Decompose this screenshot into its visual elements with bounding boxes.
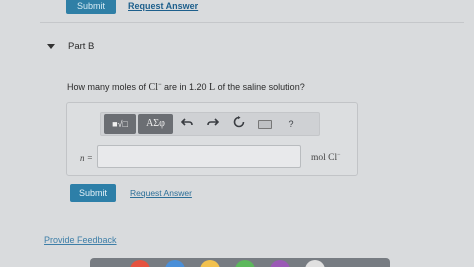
reset-circle-icon xyxy=(233,116,245,128)
question-ion: Cl xyxy=(148,82,158,93)
answer-unit: mol Cl− xyxy=(311,152,341,163)
part-title[interactable]: Part B xyxy=(68,41,94,52)
previous-request-answer-link[interactable]: Request Answer xyxy=(128,1,198,11)
provide-feedback-link[interactable]: Provide Feedback xyxy=(44,235,117,245)
section-divider xyxy=(40,22,464,23)
undo-arrow-icon xyxy=(180,118,193,126)
answer-input[interactable] xyxy=(97,145,301,168)
answer-unit-text: mol Cl xyxy=(311,153,338,164)
submit-button[interactable]: Submit xyxy=(70,184,116,202)
question-text: How many moles of Cl− are in 1.20 L of t… xyxy=(67,82,305,93)
collapse-caret-icon[interactable] xyxy=(47,44,55,49)
reset-icon[interactable] xyxy=(232,116,246,132)
undo-icon[interactable] xyxy=(180,116,194,132)
question-text-before: How many moles of xyxy=(67,82,149,92)
help-icon[interactable]: ? xyxy=(285,116,297,132)
answer-unit-charge: − xyxy=(337,152,341,158)
request-answer-link[interactable]: Request Answer xyxy=(130,188,192,198)
previous-submit-button[interactable]: Submit xyxy=(66,0,116,14)
redo-icon[interactable] xyxy=(206,116,220,132)
answer-variable-label: n = xyxy=(80,153,93,163)
question-text-middle: are in 1.20 xyxy=(161,82,210,92)
question-text-after: of the saline solution? xyxy=(215,82,305,92)
greek-symbols-button[interactable]: AΣφ xyxy=(138,114,173,134)
templates-button[interactable]: ■√□ xyxy=(104,114,136,134)
redo-arrow-icon xyxy=(207,118,220,126)
keyboard-icon[interactable] xyxy=(258,120,272,129)
